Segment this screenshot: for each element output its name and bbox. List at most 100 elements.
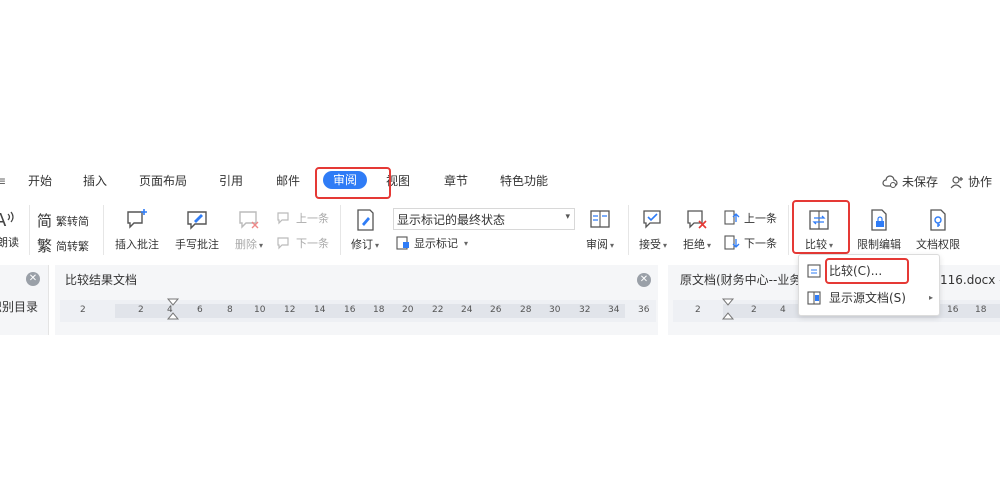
unsaved-status[interactable]: 未保存 xyxy=(882,173,938,190)
tab-references[interactable]: 引用 xyxy=(219,170,243,192)
ruler-tick: 16 xyxy=(344,305,356,315)
insert-comment-button[interactable]: 插入批注 xyxy=(113,208,161,252)
simp-to-trad-button[interactable]: 繁 简转繁 xyxy=(37,235,89,256)
handwrite-comment-label: 手写批注 xyxy=(175,238,219,251)
ruler-tick: 12 xyxy=(284,305,296,315)
indent-marker-icon[interactable] xyxy=(721,297,735,323)
separator xyxy=(788,205,789,255)
close-icon[interactable]: ✕ xyxy=(26,272,40,286)
menu-overflow-icon[interactable]: ≡ xyxy=(0,170,6,192)
accept-icon xyxy=(643,210,661,229)
collab-button[interactable]: 协作 xyxy=(950,173,992,190)
menu-item-show-source[interactable]: 显示源文档(S) ▸ xyxy=(799,286,939,310)
highlight-compare-button xyxy=(792,200,850,254)
ruler-tick: 24 xyxy=(461,305,473,315)
prev-comment-label: 上一条 xyxy=(296,212,329,225)
prev-comment-button[interactable]: 上一条 xyxy=(276,210,329,226)
handwrite-comment-button[interactable]: 手写批注 xyxy=(174,208,220,252)
ruler-tick: 2 xyxy=(80,305,86,315)
delete-comment-button[interactable]: 删除 ▾ xyxy=(232,208,266,252)
tab-page-layout[interactable]: 页面布局 xyxy=(139,170,187,192)
prev-comment-icon xyxy=(277,212,289,225)
menu-item-show-source-label: 显示源文档(S) xyxy=(829,291,906,305)
ruler-tick: 32 xyxy=(579,305,591,315)
prev-change-button[interactable]: 上一条 xyxy=(724,210,777,226)
track-changes-button[interactable]: 修订 ▾ xyxy=(348,208,382,252)
tab-insert[interactable]: 插入 xyxy=(83,170,107,192)
ruler-tick: 30 xyxy=(549,305,561,315)
ruler-tick: 2 xyxy=(751,305,757,315)
track-changes-icon xyxy=(357,209,374,231)
reject-icon xyxy=(687,210,707,229)
restrict-editing-button[interactable]: 限制编辑 xyxy=(856,208,902,252)
trad-to-simp-label: 繁转简 xyxy=(56,214,90,228)
compare-icon xyxy=(807,264,821,278)
accept-button[interactable]: 接受 ▾ xyxy=(636,208,670,252)
highlight-compare-menu-item xyxy=(825,258,909,284)
ruler-tick: 10 xyxy=(254,305,266,315)
ruler-tick: 6 xyxy=(197,305,203,315)
reject-button[interactable]: 拒绝 ▾ xyxy=(680,208,714,252)
trad-to-simp-button[interactable]: 简 繁转简 xyxy=(37,210,89,231)
ruler-tick: 8 xyxy=(227,305,233,315)
ruler-tick: 16 xyxy=(947,305,959,315)
close-icon[interactable]: ✕ xyxy=(637,273,651,287)
lock-document-icon xyxy=(871,209,887,231)
simp-to-trad-label: 简转繁 xyxy=(56,239,90,253)
tab-special-features[interactable]: 特色功能 xyxy=(500,170,548,192)
compare-pane-title: 比较结果文档 xyxy=(65,273,138,287)
pen-comment-icon xyxy=(187,211,207,230)
tab-mailings[interactable]: 邮件 xyxy=(276,170,300,192)
delete-label: 删除 ▾ xyxy=(234,238,263,251)
next-comment-icon xyxy=(277,237,289,250)
show-markup-label: 显示标记 xyxy=(414,237,458,250)
review-pane-button[interactable]: 审阅 ▾ xyxy=(583,208,617,252)
ruler-tick: 4 xyxy=(780,305,786,315)
accept-label: 接受 ▾ xyxy=(638,238,667,251)
trad-char-icon: 繁 xyxy=(37,237,53,255)
source-pane-title-suffix: 116.docx - xyxy=(940,273,1000,287)
ruler-tick: 22 xyxy=(432,305,444,315)
next-comment-label: 下一条 xyxy=(296,237,329,250)
ruler-tick: 2 xyxy=(695,305,701,315)
ruler-tick: 34 xyxy=(608,305,620,315)
recognize-toc-label[interactable]: 识别目录 xyxy=(0,298,38,315)
ruler-tick: 2 xyxy=(138,305,144,315)
doc-permission-label: 文档权限 xyxy=(916,238,960,251)
cloud-sync-icon xyxy=(882,174,898,188)
markup-state-select[interactable]: 显示标记的最终状态 ▾ xyxy=(393,208,575,230)
ruler-tick: 18 xyxy=(373,305,385,315)
select-caret-icon: ▾ xyxy=(565,212,570,222)
comment-delete-icon xyxy=(239,211,259,229)
show-markup-button[interactable]: 显示标记 ▾ xyxy=(396,235,468,251)
separator xyxy=(29,205,30,255)
compare-ruler[interactable]: 2 2 4 6 8 10 12 14 16 18 20 22 24 26 28 … xyxy=(60,297,656,323)
read-aloud-button[interactable]: A 朗读 xyxy=(0,208,22,250)
review-pane-label: 审阅 ▾ xyxy=(585,238,614,251)
tab-chapter[interactable]: 章节 xyxy=(444,170,468,192)
comment-add-icon xyxy=(127,209,147,229)
user-plus-icon xyxy=(950,175,963,188)
ruler-tick: 18 xyxy=(975,305,987,315)
svg-text:A: A xyxy=(0,210,7,230)
prev-change-label: 上一条 xyxy=(744,212,777,225)
next-change-label: 下一条 xyxy=(744,237,777,250)
next-comment-button[interactable]: 下一条 xyxy=(276,235,329,251)
doc-permission-button[interactable]: 文档权限 xyxy=(915,208,961,252)
next-change-button[interactable]: 下一条 xyxy=(724,235,777,251)
insert-comment-label: 插入批注 xyxy=(115,238,159,251)
ruler-tick: 28 xyxy=(520,305,532,315)
ruler-tick: 14 xyxy=(314,305,326,315)
indent-marker-icon[interactable] xyxy=(166,297,180,323)
show-markup-icon xyxy=(396,236,409,250)
chevron-down-icon: ▾ xyxy=(464,238,469,248)
read-aloud-label: 朗读 xyxy=(0,236,19,249)
ruler-tick: 36 xyxy=(638,305,650,315)
source-doc-icon xyxy=(807,291,821,305)
tab-home[interactable]: 开始 xyxy=(28,170,52,192)
prev-change-icon xyxy=(724,210,740,225)
markup-state-value: 显示标记的最终状态 xyxy=(397,213,506,227)
doc-key-icon xyxy=(930,209,946,231)
review-pane-icon xyxy=(590,210,610,228)
separator xyxy=(628,205,629,255)
